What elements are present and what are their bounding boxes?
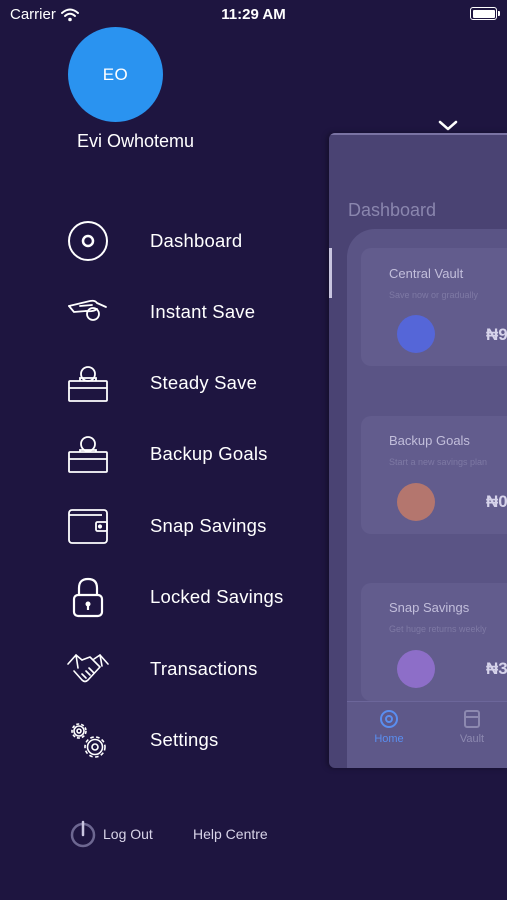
card-amount: ₦343.: [486, 659, 507, 678]
vault-icon: [464, 710, 480, 728]
goal-box-icon: [66, 432, 110, 476]
menu-label: Transactions: [150, 658, 258, 679]
card-backup-goals: Backup Goals Start a new savings plan ₦0…: [361, 416, 507, 534]
menu-label: Locked Savings: [150, 586, 284, 607]
menu-item-backup-goals[interactable]: Backup Goals: [0, 424, 330, 484]
piggy-box-icon: [66, 361, 110, 405]
card-subtitle: Start a new savings plan: [389, 457, 488, 467]
user-name: Evi Owhotemu: [77, 131, 195, 151]
drawer-footer: Log Out Help Centre: [0, 815, 330, 855]
menu-label: Instant Save: [150, 301, 256, 322]
nav-home-label: Home: [374, 733, 404, 745]
card-amount: ₦90.00: [486, 325, 507, 344]
nav-vault-label: Vault: [459, 733, 485, 745]
snap-icon: [397, 650, 435, 688]
menu-item-steady-save[interactable]: Steady Save: [0, 353, 330, 413]
menu-item-settings[interactable]: Settings: [0, 710, 330, 770]
help-centre-link[interactable]: Help Centre: [193, 826, 268, 842]
battery-icon: [470, 7, 500, 20]
handshake-icon: [66, 647, 110, 691]
menu-label: Backup Goals: [150, 443, 268, 464]
menu-label: Steady Save: [150, 372, 258, 393]
avatar[interactable]: EO: [68, 27, 163, 122]
menu-label: Dashboard: [150, 230, 243, 251]
menu-item-dashboard[interactable]: Dashboard: [0, 211, 330, 271]
card-snap-savings: Snap Savings Get huge returns weekly ₦34…: [361, 583, 507, 701]
hand-coin-icon: [66, 290, 110, 334]
logout-button[interactable]: Log Out: [70, 819, 153, 849]
card-subtitle: Get huge returns weekly: [389, 624, 487, 634]
card-central-vault: Central Vault Save now or gradually ₦90.…: [361, 248, 507, 366]
preview-divider: [329, 133, 507, 135]
home-icon: [380, 710, 398, 728]
menu-item-snap-savings[interactable]: Snap Savings: [0, 496, 330, 556]
wallet-icon: [66, 504, 110, 548]
preview-title: Dashboard: [348, 200, 437, 220]
card-subtitle: Save now or gradually: [389, 290, 479, 300]
power-icon: [70, 820, 96, 848]
avatar-initials: EO: [102, 64, 129, 84]
menu-label: Snap Savings: [150, 515, 267, 536]
gears-icon: [66, 718, 110, 762]
padlock-icon: [66, 575, 110, 619]
logout-label: Log Out: [103, 826, 153, 842]
goal-icon: [397, 483, 435, 521]
chevron-down-icon[interactable]: [437, 119, 459, 133]
nav-vault: Vault: [447, 708, 497, 745]
card-title: Central Vault: [389, 266, 464, 281]
main-screen-preview[interactable]: Dashboard Central Vault Save now or grad…: [329, 133, 507, 768]
menu-item-locked-savings[interactable]: Locked Savings: [0, 567, 330, 627]
clock: 11:29 AM: [221, 6, 286, 23]
vault-icon: [397, 315, 435, 353]
card-amount: ₦0.00: [486, 492, 507, 511]
menu-label: Settings: [150, 729, 219, 750]
nav-home: Home: [364, 708, 414, 745]
card-title: Backup Goals: [389, 433, 470, 448]
menu-item-transactions[interactable]: Transactions: [0, 639, 330, 699]
scroll-indicator: [329, 248, 332, 298]
target-icon: [66, 219, 110, 263]
menu-item-instant-save[interactable]: Instant Save: [0, 282, 330, 342]
card-title: Snap Savings: [389, 600, 470, 615]
status-bar: Carrier 11:29 AM: [0, 0, 507, 30]
